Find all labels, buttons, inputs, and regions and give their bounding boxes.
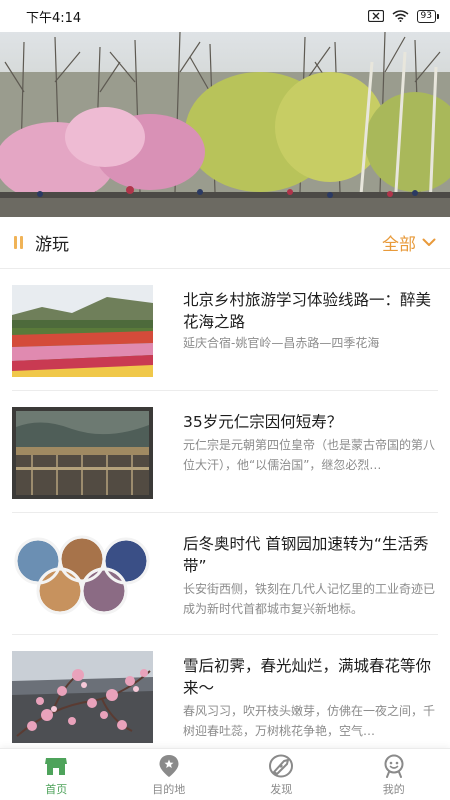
section-title: 游玩 xyxy=(35,235,69,255)
article-description: 长安街西侧，铁刻在几代人记忆里的工业奇迹已成为新时代首都城市复兴新地标。 xyxy=(183,582,436,616)
tab-label: 目的地 xyxy=(152,783,186,796)
tab-destination[interactable]: 目的地 xyxy=(113,749,226,800)
tab-mine[interactable]: 我的 xyxy=(338,749,450,800)
sim-card-x-icon xyxy=(367,10,384,22)
tab-label: 我的 xyxy=(382,783,405,796)
status-icons: 93 xyxy=(367,9,440,23)
location-pin-star-icon xyxy=(159,755,179,777)
article-title: 北京乡村旅游学习体验线路一：醉美花海之路 xyxy=(183,291,432,331)
tab-discover[interactable]: 发现 xyxy=(225,749,338,800)
article-title: 雪后初霁，春光灿烂，满城春花等你来～ xyxy=(183,657,432,697)
article-thumbnail-flower-field xyxy=(12,285,153,377)
bottom-tab-bar: 首页 目的地 发现 我的 xyxy=(0,748,450,800)
tab-label: 发现 xyxy=(270,783,293,796)
article-description: 元仁宗是元朝第四位皇帝（也是蒙古帝国的第八位大汗），他“以儒治国”，继忽必烈… xyxy=(183,438,436,472)
article-list: 北京乡村旅游学习体验线路一：醉美花海之路 延庆合宿-姚官岭—昌赤路—四季花海 3… xyxy=(0,269,450,757)
article-description: 延庆合宿-姚官岭—昌赤路—四季花海 xyxy=(183,336,380,350)
article-description: 春风习习，吹开枝头嫩芽，仿佛在一夜之间，千树迎春吐蕊，万树桃花争艳，空气… xyxy=(183,704,436,738)
tab-home[interactable]: 首页 xyxy=(0,749,113,800)
home-store-icon xyxy=(45,758,68,775)
tab-label: 首页 xyxy=(45,783,68,796)
article-thumbnail-plum-blossom xyxy=(12,651,153,743)
article-item[interactable]: 35岁元仁宗因何短寿？ 元仁宗是元朝第四位皇帝（也是蒙古帝国的第八位大汗），他“… xyxy=(12,391,438,513)
see-all-label: 全部 xyxy=(382,235,416,255)
chevron-down-icon xyxy=(422,238,436,246)
article-title: 35岁元仁宗因何短寿？ xyxy=(183,413,343,431)
section-header: 游玩 全部 xyxy=(0,217,450,269)
battery-indicator: 93 xyxy=(416,9,440,23)
user-face-icon xyxy=(384,754,404,778)
article-thumbnail-olympic-rings-collage xyxy=(12,529,153,621)
article-item[interactable]: 北京乡村旅游学习体验线路一：醉美花海之路 延庆合宿-姚官岭—昌赤路—四季花海 xyxy=(12,269,438,391)
status-time: 下午4:14 xyxy=(26,10,82,26)
section-marker-icon xyxy=(14,236,23,249)
banner-image-park-spring[interactable] xyxy=(0,32,450,217)
see-all-button[interactable]: 全部 xyxy=(382,230,436,255)
article-item[interactable]: 雪后初霁，春光灿烂，满城春花等你来～ 春风习习，吹开枝头嫩芽，仿佛在一夜之间，千… xyxy=(12,635,438,757)
status-bar: 下午4:14 93 xyxy=(0,0,450,32)
article-thumbnail-museum-exhibit xyxy=(12,407,153,499)
article-item[interactable]: 后冬奥时代 首钢园加速转为“生活秀带” 长安街西侧，铁刻在几代人记忆里的工业奇迹… xyxy=(12,513,438,635)
article-title: 后冬奥时代 首钢园加速转为“生活秀带” xyxy=(183,535,429,575)
compass-icon xyxy=(269,754,294,778)
wifi-icon xyxy=(392,10,409,22)
